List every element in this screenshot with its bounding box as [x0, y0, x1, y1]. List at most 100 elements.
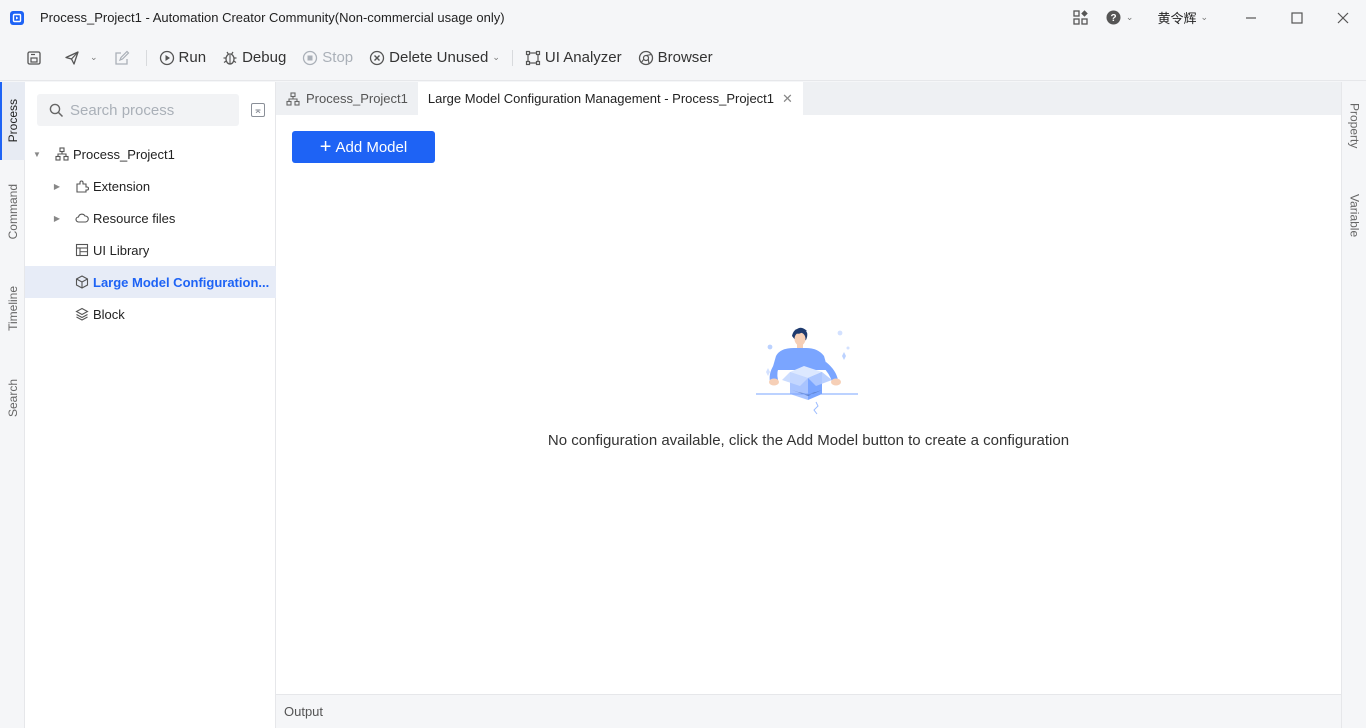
right-panel-tabs: Property Variable	[1341, 82, 1366, 728]
tab-large-model-config[interactable]: Large Model Configuration Management - P…	[417, 82, 803, 115]
search-icon	[49, 103, 64, 117]
run-label: Run	[178, 49, 207, 66]
tab-process-project[interactable]: Process_Project1	[276, 82, 418, 115]
plus-icon: +	[319, 136, 332, 158]
chevron-down-icon: ⌄	[90, 52, 98, 62]
extension-icon	[74, 178, 90, 194]
ui-analyzer-icon	[525, 50, 541, 65]
process-sidebar: ▼ Process_Project1 ▶ Extension ▶ Resourc…	[25, 82, 276, 728]
tree-item-ui-library[interactable]: UI Library	[25, 234, 276, 266]
stop-icon	[303, 50, 318, 65]
toolbar: ⌄ Run Debug Stop Delete Unused ⌄ UI Anal…	[0, 35, 1366, 81]
process-tree: ▼ Process_Project1 ▶ Extension ▶ Resourc…	[25, 138, 276, 330]
tree-item-resource-files[interactable]: ▶ Resource files	[25, 202, 276, 234]
tree-item-block[interactable]: Block	[25, 298, 276, 330]
toolbar-divider	[145, 49, 147, 66]
help-menu[interactable]: ? ⌄	[1106, 10, 1134, 25]
toolbar-divider	[511, 49, 513, 66]
tree-item-label: UI Library	[93, 242, 150, 258]
tree-item-label: Resource files	[93, 210, 176, 226]
play-icon	[159, 50, 174, 65]
title-bar: Process_Project1 - Automation Creator Co…	[0, 0, 1366, 35]
output-panel-bar[interactable]: Output	[276, 694, 1341, 728]
collapse-icon	[255, 109, 261, 114]
publish-button[interactable]: ⌄	[58, 43, 104, 73]
add-model-button[interactable]: + Add Model	[292, 131, 435, 163]
apps-grid-icon[interactable]	[1072, 10, 1090, 25]
layers-icon	[74, 306, 90, 322]
user-name: 黄令辉	[1157, 11, 1197, 26]
flow-icon	[286, 91, 300, 106]
close-tab-icon[interactable]: ✕	[782, 91, 793, 107]
tab-label: Process_Project1	[306, 91, 408, 106]
tab-timeline-label: Timeline	[5, 285, 20, 331]
output-label: Output	[284, 704, 324, 719]
close-icon	[1337, 12, 1349, 23]
tree-item-large-model-configuration[interactable]: Large Model Configuration...	[25, 266, 276, 298]
cloud-icon	[74, 210, 90, 226]
search-process-box	[37, 94, 239, 126]
minimize-button[interactable]	[1228, 0, 1274, 35]
tree-item-label: Extension	[93, 178, 151, 194]
maximize-button[interactable]	[1274, 0, 1320, 35]
edit-icon	[114, 50, 129, 65]
tab-property[interactable]: Property	[1342, 96, 1366, 156]
left-panel-tabs: Process Command Timeline Search	[0, 82, 25, 728]
caret-right-icon[interactable]: ▶	[52, 182, 62, 191]
chevron-down-icon: ⌄	[1125, 12, 1134, 22]
tab-process-label: Process	[5, 99, 20, 143]
browser-icon	[638, 50, 653, 65]
close-window-button[interactable]	[1320, 0, 1366, 35]
add-model-label: Add Model	[335, 138, 408, 156]
editor-tab-bar: Process_Project1 Large Model Configurati…	[276, 82, 1341, 115]
tab-variable-label: Variable	[1347, 194, 1362, 238]
edit-button[interactable]	[108, 43, 140, 73]
tab-search-label: Search	[5, 378, 20, 418]
tab-command-label: Command	[5, 184, 20, 240]
main-content: + Add Model No configuration available, …	[276, 115, 1341, 694]
run-button[interactable]: Run	[153, 43, 213, 73]
delete-unused-button[interactable]: Delete Unused ⌄	[363, 43, 506, 73]
minimize-icon	[1246, 16, 1256, 19]
tree-item-label: Large Model Configuration...	[93, 274, 270, 290]
tree-item-label: Block	[93, 306, 125, 322]
stop-button[interactable]: Stop	[296, 43, 359, 73]
ui-analyzer-label: UI Analyzer	[544, 49, 622, 66]
delete-unused-label: Delete Unused	[389, 49, 489, 66]
tab-property-label: Property	[1347, 103, 1362, 149]
tab-process[interactable]: Process	[0, 82, 25, 160]
svg-text:?: ?	[1110, 13, 1116, 24]
search-process-input[interactable]	[70, 101, 230, 119]
save-icon	[27, 50, 41, 65]
cube-icon	[74, 274, 90, 290]
browser-label: Browser	[657, 49, 713, 66]
help-icon: ?	[1106, 10, 1121, 25]
app-logo-icon	[10, 10, 24, 25]
send-icon	[65, 50, 79, 65]
tab-variable[interactable]: Variable	[1342, 186, 1366, 246]
flow-icon	[54, 146, 70, 162]
tree-root-process-project[interactable]: ▼ Process_Project1	[25, 138, 276, 170]
collapse-all-button[interactable]	[251, 103, 265, 117]
empty-state-message: No configuration available, click the Ad…	[547, 432, 1070, 449]
tab-timeline[interactable]: Timeline	[0, 270, 25, 346]
tab-command[interactable]: Command	[0, 172, 25, 252]
tree-item-extension[interactable]: ▶ Extension	[25, 170, 276, 202]
chevron-down-icon: ⌄	[1200, 12, 1208, 22]
tab-search[interactable]: Search	[0, 364, 25, 432]
ui-analyzer-button[interactable]: UI Analyzer	[519, 43, 628, 73]
window-title: Process_Project1 - Automation Creator Co…	[40, 10, 505, 25]
bug-icon	[223, 51, 237, 65]
browser-button[interactable]: Browser	[632, 43, 719, 73]
stop-label: Stop	[322, 49, 354, 66]
table-icon	[74, 242, 90, 258]
empty-state-illustration	[756, 327, 858, 415]
delete-circle-icon	[369, 50, 385, 65]
tree-root-label: Process_Project1	[73, 146, 175, 162]
maximize-icon	[1291, 11, 1303, 24]
debug-button[interactable]: Debug	[216, 43, 292, 73]
save-button[interactable]	[20, 43, 52, 73]
caret-right-icon[interactable]: ▶	[52, 214, 62, 223]
user-menu[interactable]: 黄令辉 ⌄	[1157, 8, 1208, 27]
caret-down-icon[interactable]: ▼	[32, 150, 42, 159]
